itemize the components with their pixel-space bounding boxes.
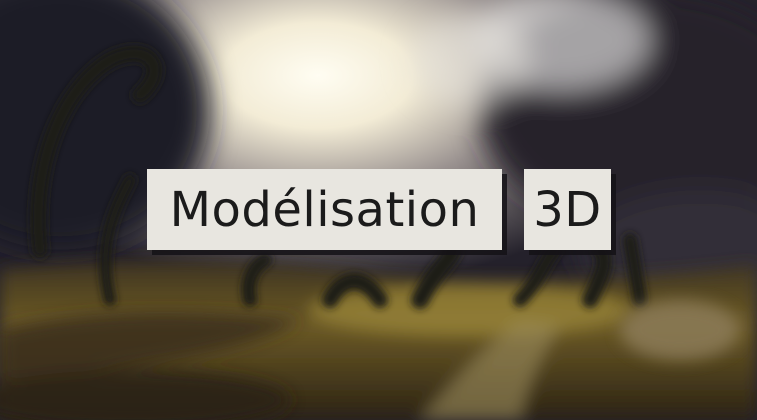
title-text-2: 3D [533, 181, 602, 238]
title-word-3d: 3D [524, 169, 611, 250]
title-text-1: Modélisation [169, 181, 480, 238]
title-word-modelisation: Modélisation [147, 169, 502, 250]
